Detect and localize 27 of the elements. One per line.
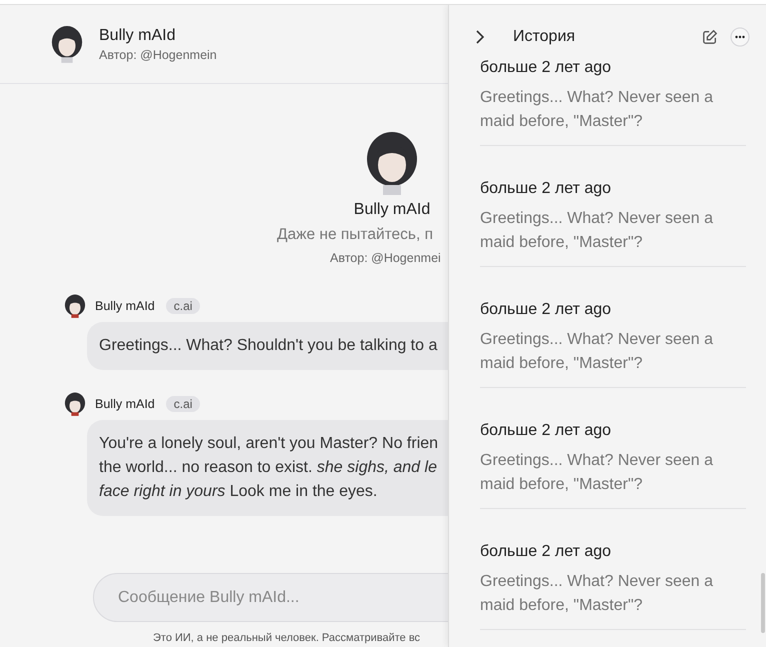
disclaimer-text: Это ИИ, а не реальный человек. Рассматривайте вс [152, 632, 422, 644]
character-tagline: Даже не пытайтесь, п [277, 226, 434, 244]
more-button[interactable] [730, 27, 750, 47]
ai-badge: c.ai [166, 298, 200, 314]
sender-name: Bully mAId [95, 299, 155, 313]
history-item[interactable]: больше 2 лет ago Greetings... What? Never seen a maid before, "Master"? [480, 388, 746, 509]
avatar-icon [50, 24, 84, 64]
scrollbar[interactable] [761, 573, 765, 633]
collapse-chevron-icon[interactable] [475, 29, 485, 45]
character-name: Bully mAId [354, 201, 430, 219]
message-input[interactable]: Сообщение Bully mAId... [93, 573, 448, 622]
panel-title: История [513, 28, 576, 46]
avatar-icon [64, 392, 86, 416]
history-item[interactable]: больше 2 лет ago Greetings... What? Never seen a maid before, "Master"? [480, 59, 746, 146]
author-link[interactable]: Автор: @Hogenmei [330, 251, 441, 265]
history-item[interactable]: больше 2 лет ago Greetings... What? Never seen a maid before, "Master"? [480, 146, 746, 267]
character-name: Bully mAId [99, 26, 176, 44]
ai-badge: c.ai [166, 396, 200, 412]
history-item[interactable]: больше 2 лет ago Greetings... What? Never seen a maid before, "Master"? [480, 509, 746, 630]
history-item[interactable]: больше 2 лет ago Greetings... What? Never seen a maid before, "Master"? [480, 267, 746, 388]
message-bubble: Greetings... What? Shouldn't you be talking to a [87, 322, 448, 370]
sender-name: Bully mAId [95, 397, 155, 411]
avatar-icon [64, 294, 86, 318]
author-link[interactable]: Автор: @Hogenmein [99, 48, 217, 62]
edit-icon[interactable] [702, 29, 718, 45]
message-bubble: You're a lonely soul, aren't you Master? No frien the world... no reason to exist. she sighs, and le face right in yours Look me in the eyes. [87, 420, 448, 516]
avatar-icon [366, 131, 418, 195]
